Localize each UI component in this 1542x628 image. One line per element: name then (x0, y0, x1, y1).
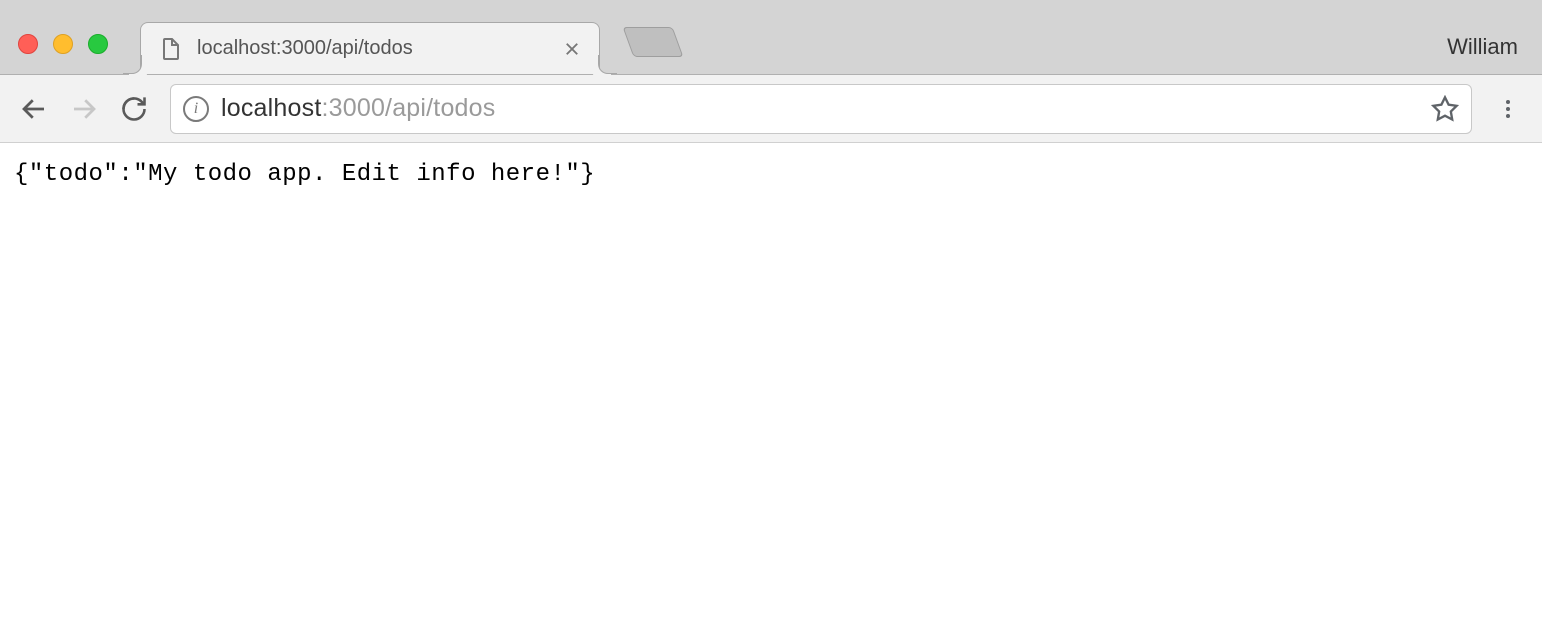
back-button[interactable] (14, 89, 54, 129)
title-bar: localhost:3000/api/todos William (0, 0, 1542, 75)
page-content: {"todo":"My todo app. Edit info here!"} (0, 143, 1542, 628)
url-path: :3000/api/todos (321, 94, 495, 122)
window-controls (18, 34, 108, 54)
bookmark-star-icon[interactable] (1431, 95, 1459, 123)
url-text: localhost:3000/api/todos (221, 94, 1431, 123)
window-maximize-button[interactable] (88, 34, 108, 54)
window-close-button[interactable] (18, 34, 38, 54)
forward-button[interactable] (64, 89, 104, 129)
address-bar[interactable]: i localhost:3000/api/todos (170, 84, 1472, 134)
menu-button[interactable] (1488, 89, 1528, 129)
site-info-icon[interactable]: i (183, 96, 209, 122)
new-tab-button[interactable] (623, 27, 684, 57)
browser-tab[interactable]: localhost:3000/api/todos (140, 22, 600, 74)
browser-window: localhost:3000/api/todos William (0, 0, 1542, 628)
close-icon[interactable] (563, 40, 581, 58)
window-minimize-button[interactable] (53, 34, 73, 54)
tab-title: localhost:3000/api/todos (197, 37, 563, 60)
tab-strip: localhost:3000/api/todos (140, 19, 678, 74)
url-host: localhost (221, 94, 321, 122)
file-icon (159, 37, 183, 61)
profile-name[interactable]: William (1447, 34, 1518, 60)
info-glyph: i (194, 100, 198, 118)
reload-button[interactable] (114, 89, 154, 129)
toolbar: i localhost:3000/api/todos (0, 75, 1542, 143)
response-body: {"todo":"My todo app. Edit info here!"} (14, 161, 1528, 188)
